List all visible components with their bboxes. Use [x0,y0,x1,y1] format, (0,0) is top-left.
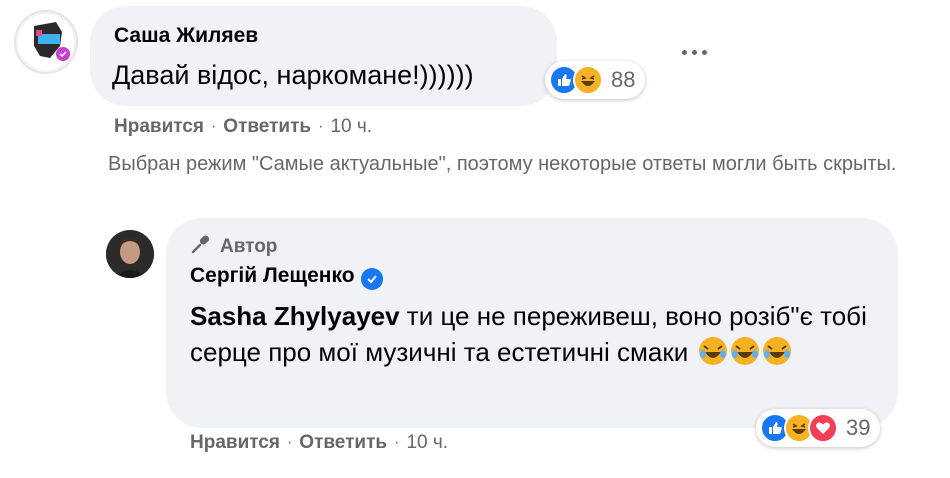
tears-of-joy-icon [730,337,759,365]
reaction-count: 39 [846,415,871,440]
verified-icon [360,268,383,290]
comment-actions: Нравится · Ответить · 10 ч. [114,116,372,138]
tears-of-joy-icon [698,337,727,365]
haha-icon [573,65,603,95]
like-link[interactable]: Нравится [190,432,280,454]
avatar-author[interactable] [106,230,154,278]
tears-of-joy-icon [762,337,791,365]
separator: · [394,434,400,451]
author-badge: Автор [190,233,277,261]
timestamp[interactable]: 10 ч. [330,116,372,138]
avatar-commenter[interactable] [14,10,78,74]
reply-text: Sasha Zhylyayev ти це не переживеш, воно… [190,298,870,370]
reply-author-name[interactable]: Сергій Лещенко [190,264,355,287]
reply-reaction-summary[interactable]: 39 [756,409,881,447]
reply-link[interactable]: Ответить [299,432,387,454]
separator: · [286,434,293,451]
author-badge-label: Автор [220,236,278,257]
separator: · [210,118,217,135]
filter-notice: Выбран режим "Самые актуальные", поэтому… [108,153,897,175]
reply-link[interactable]: Ответить [223,116,311,138]
comment-text: Давай відос, наркомане!)))))) [112,60,474,90]
reply-author[interactable]: Сергій Лещенко [190,264,383,290]
reaction-count: 88 [611,67,636,92]
reaction-summary[interactable]: 88 [545,61,646,99]
laughing-emoji-group [696,337,792,367]
more-options-icon[interactable] [682,50,707,55]
love-icon [808,413,838,443]
microphone-icon [190,233,212,261]
mention-link[interactable]: Sasha Zhylyayev [190,301,400,331]
separator: · [318,118,324,135]
comment-author[interactable]: Саша Жиляев [114,24,258,48]
like-link[interactable]: Нравится [114,116,204,138]
reply-actions: Нравится · Ответить · 10 ч. [190,432,448,454]
timestamp[interactable]: 10 ч. [406,432,448,454]
